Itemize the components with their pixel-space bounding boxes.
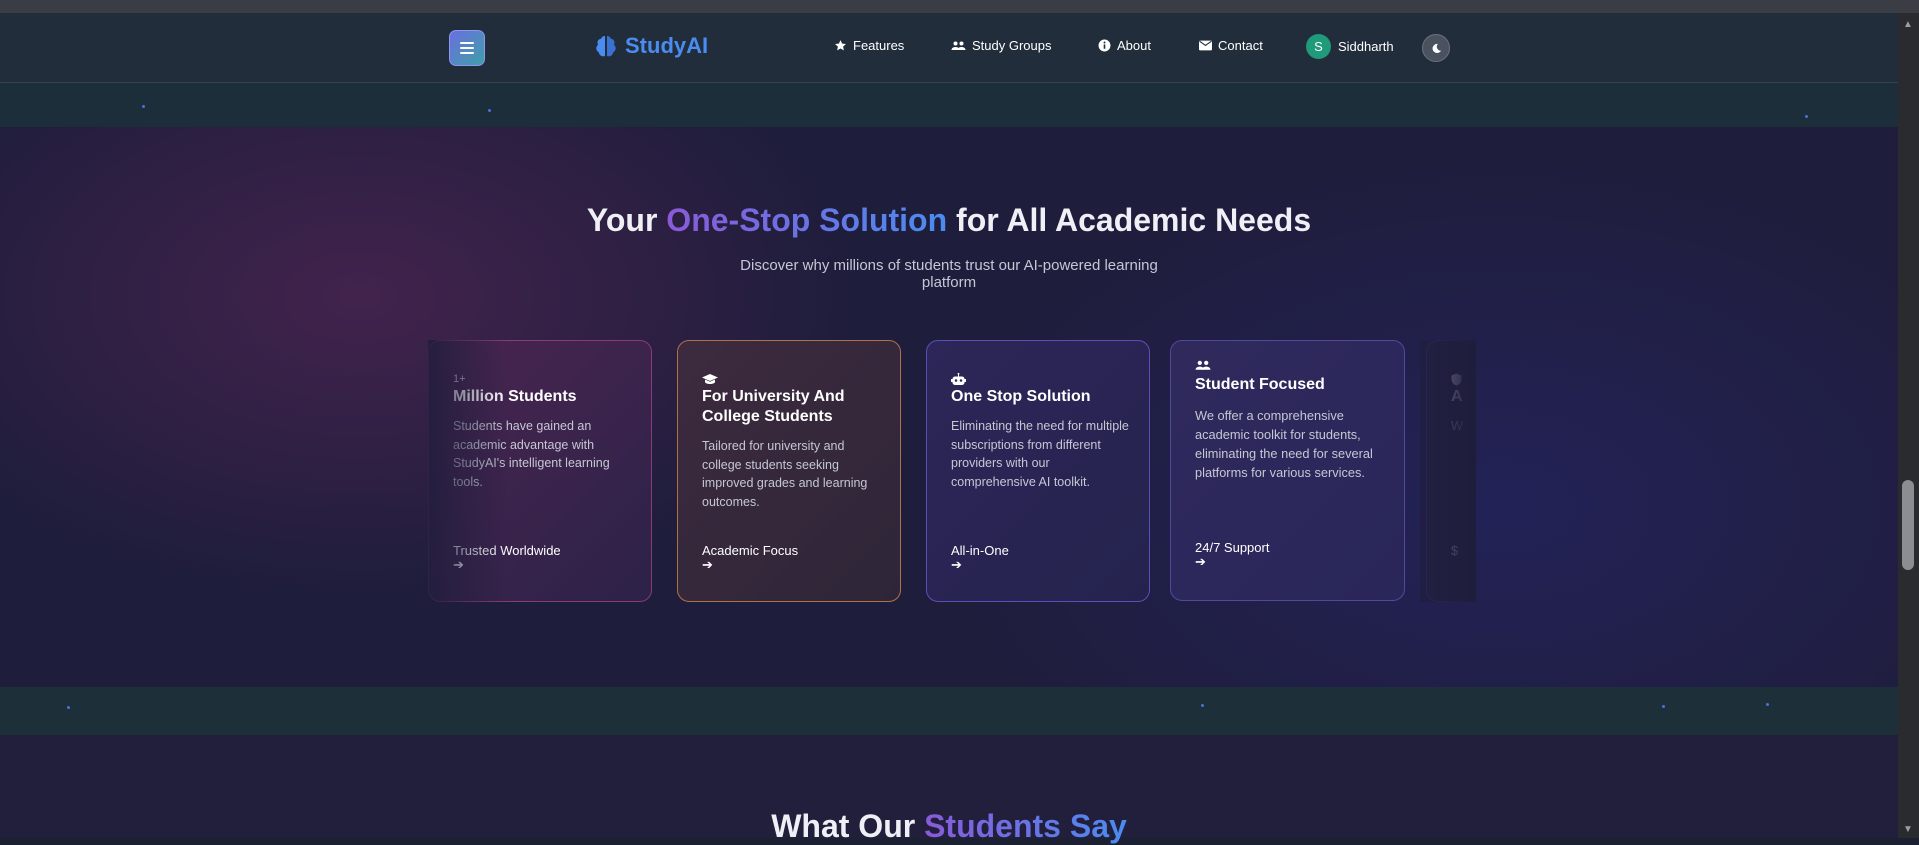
envelope-icon: [1199, 40, 1212, 51]
decor-dot: [488, 109, 491, 112]
users-icon: [951, 41, 966, 50]
decor-dot: [1201, 704, 1204, 707]
section-divider-band: [0, 83, 1898, 127]
decor-dot: [142, 105, 145, 108]
testimonials-heading-highlight: Students Say: [924, 808, 1127, 844]
arrow-right-icon[interactable]: ➔: [951, 557, 962, 573]
nav-about[interactable]: About: [1098, 38, 1151, 53]
hamburger-icon: [460, 42, 474, 54]
card-footer-label: 24/7 Support: [1195, 540, 1270, 555]
navbar: [0, 13, 1898, 83]
testimonials-heading: What Our Students Say: [0, 808, 1898, 845]
feature-card-university[interactable]: For University And College Students Tail…: [677, 340, 901, 602]
section-heading: Your One-Stop Solution for All Academic …: [0, 202, 1898, 239]
arrow-right-icon[interactable]: ➔: [1195, 554, 1206, 570]
card-description: Tailored for university and college stud…: [702, 439, 868, 509]
card-footer-label: Academic Focus: [702, 543, 799, 558]
theme-toggle-button[interactable]: [1422, 34, 1450, 62]
nav-contact[interactable]: Contact: [1199, 38, 1263, 53]
browser-top-strip: [0, 0, 1919, 13]
brain-icon: [596, 36, 616, 57]
scroll-down-arrow-icon[interactable]: ▼: [1903, 824, 1913, 835]
decor-dot: [1662, 705, 1665, 708]
card-description: Eliminating the need for multiple subscr…: [951, 419, 1129, 489]
carousel-fade-right: [1420, 340, 1476, 602]
hamburger-menu-button[interactable]: [449, 30, 485, 66]
card-title: One Stop Solution: [951, 388, 1091, 405]
card-title: For University And College Students: [702, 388, 845, 425]
decor-dot: [67, 706, 70, 709]
nav-features[interactable]: Features: [834, 38, 904, 53]
card-title: Student Focused: [1195, 376, 1325, 393]
card-description: We offer a comprehensive academic toolki…: [1195, 408, 1373, 480]
nav-contact-label: Contact: [1218, 38, 1263, 53]
arrow-right-icon[interactable]: ➔: [702, 557, 713, 573]
decor-dot: [1805, 115, 1808, 118]
scroll-up-arrow-icon[interactable]: ▲: [1903, 19, 1913, 30]
heading-post: for All Academic Needs: [947, 202, 1312, 238]
page-scrollbar[interactable]: [1898, 13, 1919, 838]
user-name[interactable]: Siddharth: [1338, 39, 1394, 54]
info-icon: [1098, 39, 1111, 52]
section-divider-band-2: [0, 687, 1898, 735]
feature-card-one-stop[interactable]: One Stop Solution Eliminating the need f…: [926, 340, 1150, 602]
users-icon: [1195, 359, 1211, 375]
decor-dot: [1766, 703, 1769, 706]
brand-name: StudyAI: [625, 33, 709, 58]
graduation-cap-icon: [702, 373, 718, 388]
feature-card-student-focused[interactable]: Student Focused We offer a comprehensive…: [1170, 340, 1405, 601]
user-avatar[interactable]: S: [1306, 34, 1331, 59]
nav-study-groups[interactable]: Study Groups: [951, 38, 1052, 53]
card-footer-label: All-in-One: [951, 543, 1009, 558]
brand-logo[interactable]: StudyAI: [593, 33, 708, 59]
moon-icon: [1432, 43, 1441, 53]
carousel-fade-left: [428, 340, 508, 602]
avatar-initial: S: [1314, 39, 1323, 54]
testimonials-heading-pre: What Our: [771, 808, 925, 844]
nav-about-label: About: [1117, 38, 1151, 53]
nav-study-groups-label: Study Groups: [972, 38, 1052, 53]
star-icon: [835, 40, 846, 51]
heading-highlight: One-Stop Solution: [666, 202, 948, 238]
nav-features-label: Features: [853, 38, 905, 53]
scrollbar-thumb[interactable]: [1902, 480, 1914, 570]
heading-pre: Your: [586, 202, 667, 238]
section-subheading: Discover why millions of students trust …: [740, 257, 1158, 291]
